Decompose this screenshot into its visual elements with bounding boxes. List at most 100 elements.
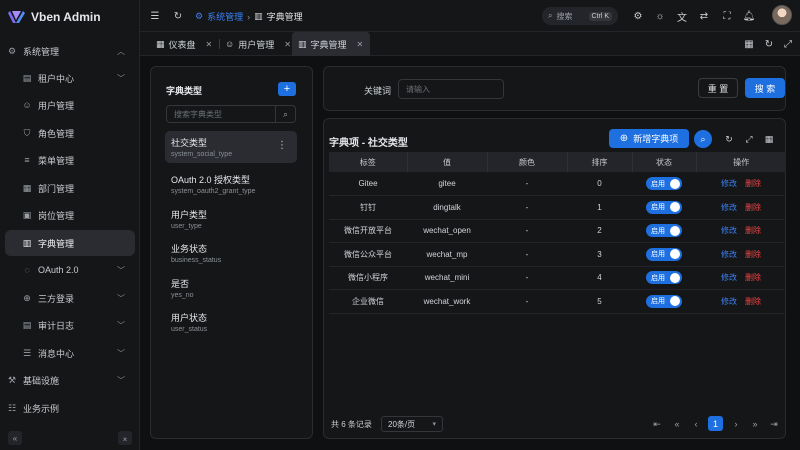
close-icon[interactable]: ✕ <box>206 40 213 49</box>
dict-type-item[interactable]: 用户状态 user_status <box>165 306 297 338</box>
pagination: 共 6 条记录 20条/页 ▾ ⇤ « ‹ 1 › » ⇥ <box>324 412 787 436</box>
chevron-down-icon: ﹀ <box>117 375 125 385</box>
cell-actions: 修改 删除 <box>696 266 786 290</box>
status-toggle[interactable]: 启用 <box>646 177 682 190</box>
refresh-icon[interactable]: ↻ <box>762 37 776 51</box>
dict-type-name: 业务状态 <box>171 244 208 254</box>
search-icon[interactable]: ⌕ <box>694 130 712 148</box>
keyword-placeholder: 请输入 <box>406 84 430 94</box>
pin-icon[interactable]: ⌅ <box>118 431 132 445</box>
dict-type-item[interactable]: 用户类型 user_type <box>165 203 297 235</box>
sidebar-item-oauth[interactable]: ◌ OAuth 2.0 ﹀ <box>5 257 135 283</box>
status-toggle[interactable]: 启用 <box>646 247 682 261</box>
sidebar-item-menus[interactable]: ≡ 菜单管理 <box>5 147 135 173</box>
delete-button[interactable]: 删除 <box>745 203 761 212</box>
search-button[interactable]: 搜 索 <box>745 78 785 98</box>
sidebar-item-social-login[interactable]: ⊕ 三方登录 ﹀ <box>5 285 135 311</box>
oauth-icon: ◌ <box>24 265 30 275</box>
add-dict-type-button[interactable]: + <box>278 82 296 96</box>
edit-button[interactable]: 修改 <box>721 297 737 306</box>
sidebar-item-dict[interactable]: ▥ 字典管理 <box>5 230 135 256</box>
delete-button[interactable]: 删除 <box>745 250 761 259</box>
sidebar-item-tenant[interactable]: ▤ 租户中心 ﹀ <box>5 65 135 91</box>
status-toggle[interactable]: 启用 <box>646 200 682 214</box>
dict-type-item[interactable]: 业务状态 business_status <box>165 237 297 269</box>
sidebar-item-infra[interactable]: ⚒ 基础设施 ﹀ <box>5 367 135 393</box>
sidebar-item-demo[interactable]: ☷ 业务示例 <box>5 395 135 421</box>
app-logo[interactable]: Vben Admin <box>8 9 101 25</box>
delete-button[interactable]: 删除 <box>745 273 761 282</box>
page-size-value: 20条/页 <box>388 419 416 429</box>
edit-button[interactable]: 修改 <box>721 179 737 188</box>
status-toggle[interactable]: 启用 <box>646 224 682 238</box>
settings-icon[interactable]: ⚙ <box>631 9 645 23</box>
prev-page-icon[interactable]: ‹ <box>689 417 703 431</box>
global-search[interactable]: ⌕ 搜索 Ctrl K <box>542 7 618 25</box>
fullscreen-icon[interactable]: ⛶ <box>720 9 734 23</box>
theme-sun-icon[interactable]: ☼ <box>653 9 667 23</box>
sidebar-item-roles[interactable]: ⛉ 角色管理 <box>5 120 135 146</box>
dict-type-search[interactable]: 搜索字典类型 ⌕ <box>166 105 296 123</box>
search-icon[interactable]: ⌕ <box>275 106 295 122</box>
add-dict-item-button[interactable]: ⊕ 新增字典项 <box>609 129 689 148</box>
edit-button[interactable]: 修改 <box>721 203 737 212</box>
dict-type-search-input[interactable]: 搜索字典类型 <box>167 109 275 120</box>
fullscreen-icon[interactable]: ⤢ <box>740 130 758 148</box>
sidebar-item-system[interactable]: ⚙ 系统管理 ︿ <box>5 38 135 64</box>
close-icon[interactable]: ✕ <box>284 40 291 49</box>
status-toggle[interactable]: 启用 <box>646 271 682 285</box>
page-number[interactable]: 1 <box>708 416 723 431</box>
dict-type-item[interactable]: 社交类型 system_social_type ⋮ <box>165 131 297 163</box>
delete-button[interactable]: 删除 <box>745 179 761 188</box>
tab-layout-icon[interactable]: ▦ <box>742 37 756 51</box>
cell-color: - <box>487 266 567 290</box>
cell-status: 启用 <box>632 266 696 290</box>
tab-dashboard[interactable]: ▦ 仪表盘 ✕ <box>150 32 218 56</box>
delete-button[interactable]: 删除 <box>745 226 761 235</box>
sidebar-item-depts[interactable]: ▦ 部门管理 <box>5 175 135 201</box>
sidebar-item-posts[interactable]: ▣ 岗位管理 <box>5 202 135 228</box>
tab-users[interactable]: ☺ 用户管理 ✕ <box>219 32 297 56</box>
sidebar-item-messages[interactable]: ☰ 消息中心 ﹀ <box>5 340 135 366</box>
tenant-switch-icon[interactable]: ⇄ <box>697 9 711 23</box>
dict-type-code: system_social_type <box>171 151 233 158</box>
dict-type-item[interactable]: 是否 yes_no <box>165 272 297 304</box>
close-icon[interactable]: ✕ <box>357 40 364 49</box>
column-settings-icon[interactable]: ▦ <box>760 130 778 148</box>
edit-button[interactable]: 修改 <box>721 273 737 282</box>
bell-icon[interactable]: 🔔︎ <box>742 9 756 23</box>
refresh-icon[interactable]: ↻ <box>720 130 738 148</box>
prev-group-icon[interactable]: « <box>670 417 684 431</box>
status-label: 启用 <box>651 204 665 212</box>
chevron-down-icon: ﹀ <box>117 265 125 275</box>
breadcrumb-separator-icon: › <box>247 11 251 22</box>
reset-button[interactable]: 重 置 <box>698 78 738 98</box>
collapse-sidebar-icon[interactable]: « <box>8 431 22 445</box>
cell-sort: 0 <box>567 172 632 196</box>
sidebar-item-users[interactable]: ☺ 用户管理 <box>5 92 135 118</box>
sidebar-item-audit[interactable]: ▤ 审计日志 ﹀ <box>5 312 135 338</box>
dict-type-name: 社交类型 <box>171 138 208 148</box>
delete-button[interactable]: 删除 <box>745 297 761 306</box>
avatar[interactable] <box>772 5 792 25</box>
breadcrumb-parent[interactable]: 系统管理 <box>207 10 243 23</box>
translate-icon[interactable]: 文 <box>675 9 689 24</box>
status-toggle[interactable]: 启用 <box>646 294 682 308</box>
tab-dict[interactable]: ▥ 字典管理 ✕ <box>292 32 370 56</box>
more-vertical-icon[interactable]: ⋮ <box>277 140 287 151</box>
dict-type-item[interactable]: OAuth 2.0 授权类型 system_oauth2_grant_type <box>165 168 297 200</box>
chevron-down-icon: ﹀ <box>117 348 125 358</box>
last-page-icon[interactable]: ⇥ <box>767 417 781 431</box>
edit-button[interactable]: 修改 <box>721 226 737 235</box>
first-page-icon[interactable]: ⇤ <box>650 417 664 431</box>
edit-button[interactable]: 修改 <box>721 250 737 259</box>
keyword-input[interactable]: 请输入 <box>398 79 504 99</box>
page-size-select[interactable]: 20条/页 ▾ <box>381 416 443 432</box>
post-icon: ▣ <box>22 209 32 220</box>
maximize-icon[interactable]: ⤢ <box>781 37 795 51</box>
menu-toggle-icon[interactable]: ☰ <box>148 9 162 23</box>
refresh-icon[interactable]: ↻ <box>171 9 185 23</box>
next-group-icon[interactable]: » <box>748 417 762 431</box>
toggle-knob <box>670 202 680 213</box>
next-page-icon[interactable]: › <box>729 417 743 431</box>
